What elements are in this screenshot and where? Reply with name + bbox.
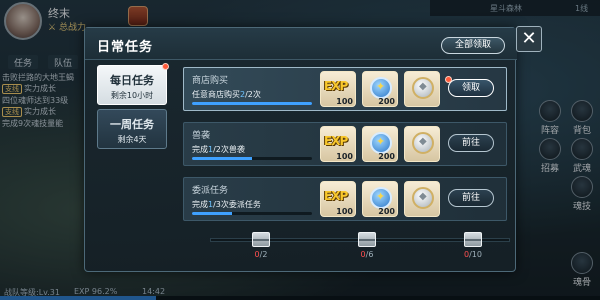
claim-all-button[interactable]: 全部领取 — [441, 37, 505, 54]
reward-qty: 100 — [336, 97, 353, 106]
reward-exp[interactable]: EXP 100 — [320, 181, 356, 217]
reward-qty: 200 — [378, 207, 395, 216]
quest-progress-fill — [192, 102, 312, 105]
panel-header: 日常任务 全部领取 — [85, 28, 517, 60]
soul-coin-icon — [370, 77, 392, 99]
chest-count: 0/6 — [352, 250, 382, 259]
quest-desc: 完成1/2次兽袭 — [192, 144, 245, 155]
notification-dot — [445, 76, 452, 83]
exp-icon: EXP — [324, 189, 348, 203]
go-button[interactable]: 前往 — [448, 189, 494, 207]
chest-icon[interactable] — [358, 232, 376, 247]
quest-desc-prefix: 完成 — [192, 145, 208, 154]
soul-coin-icon — [370, 187, 392, 209]
quest-desc-suffix: /2次 — [245, 90, 261, 99]
quest-title: 委派任务 — [192, 186, 229, 196]
quest-desc-prefix: 任意商店购买 — [192, 90, 240, 99]
reward-medal[interactable] — [404, 181, 440, 217]
reward-qty: 100 — [336, 207, 353, 216]
tab-weekly[interactable]: 一周任务 剩余4天 — [97, 109, 167, 149]
tab-daily-label: 每日任务 — [110, 74, 154, 87]
reward-soul-coin[interactable]: 200 — [362, 126, 398, 162]
reward-medal[interactable] — [404, 71, 440, 107]
quest-title: 兽袭 — [192, 131, 211, 141]
reward-soul-coin[interactable]: 200 — [362, 71, 398, 107]
medal-icon — [412, 132, 434, 154]
quest-row-beast-raid: 兽袭 完成1/2次兽袭 EXP 100 200 前往 — [183, 122, 507, 166]
claim-button[interactable]: 领取 — [448, 79, 494, 97]
chest-total: /2 — [259, 250, 268, 259]
quest-progress-bar — [192, 157, 312, 160]
chest-total: /6 — [365, 250, 374, 259]
quest-desc: 任意商店购买2/2次 — [192, 89, 261, 100]
chest-total: /10 — [469, 250, 482, 259]
quest-row-dispatch: 委派任务 完成1/3次委派任务 EXP 100 200 前往 — [183, 177, 507, 221]
tab-weekly-label: 一周任务 — [110, 118, 154, 131]
tab-weekly-remaining: 剩余4天 — [117, 135, 147, 144]
quest-desc-prefix: 完成 — [192, 200, 208, 209]
reward-exp[interactable]: EXP 100 — [320, 71, 356, 107]
reward-qty: 100 — [336, 152, 353, 161]
exp-icon: EXP — [324, 79, 348, 93]
quest-desc-suffix: /3次委派任务 — [213, 200, 261, 209]
panel-title: 日常任务 — [97, 40, 154, 55]
chest-count: 0/10 — [458, 250, 488, 259]
chest-icon[interactable] — [252, 232, 270, 247]
reward-qty: 200 — [378, 152, 395, 161]
tab-daily-remaining: 剩余10小时 — [110, 91, 154, 100]
close-button[interactable]: ✕ — [516, 26, 542, 52]
reward-exp[interactable]: EXP 100 — [320, 126, 356, 162]
chest-icon[interactable] — [464, 232, 482, 247]
reward-medal[interactable] — [404, 126, 440, 162]
quest-title: 商店购买 — [192, 76, 229, 86]
medal-icon — [412, 77, 434, 99]
quest-desc-suffix: /2次兽袭 — [213, 145, 245, 154]
quest-desc: 完成1/3次委派任务 — [192, 199, 261, 210]
daily-quest-panel: 日常任务 全部领取 每日任务 剩余10小时 一周任务 剩余4天 商店购买 任意商… — [84, 27, 517, 272]
reward-qty: 200 — [378, 97, 395, 106]
exp-icon: EXP — [324, 134, 348, 148]
quest-progress-fill — [192, 157, 252, 160]
medal-icon — [412, 187, 434, 209]
tab-daily[interactable]: 每日任务 剩余10小时 — [97, 63, 169, 105]
quest-progress-fill — [192, 212, 232, 215]
quest-progress-bar — [192, 212, 312, 215]
close-icon: ✕ — [521, 28, 537, 49]
quest-row-shop: 商店购买 任意商店购买2/2次 EXP 100 200 领取 — [183, 67, 507, 111]
go-button[interactable]: 前往 — [448, 134, 494, 152]
notification-dot — [162, 63, 169, 70]
soul-coin-icon — [370, 132, 392, 154]
chest-count: 0/2 — [246, 250, 276, 259]
quest-progress-bar — [192, 102, 312, 105]
reward-soul-coin[interactable]: 200 — [362, 181, 398, 217]
